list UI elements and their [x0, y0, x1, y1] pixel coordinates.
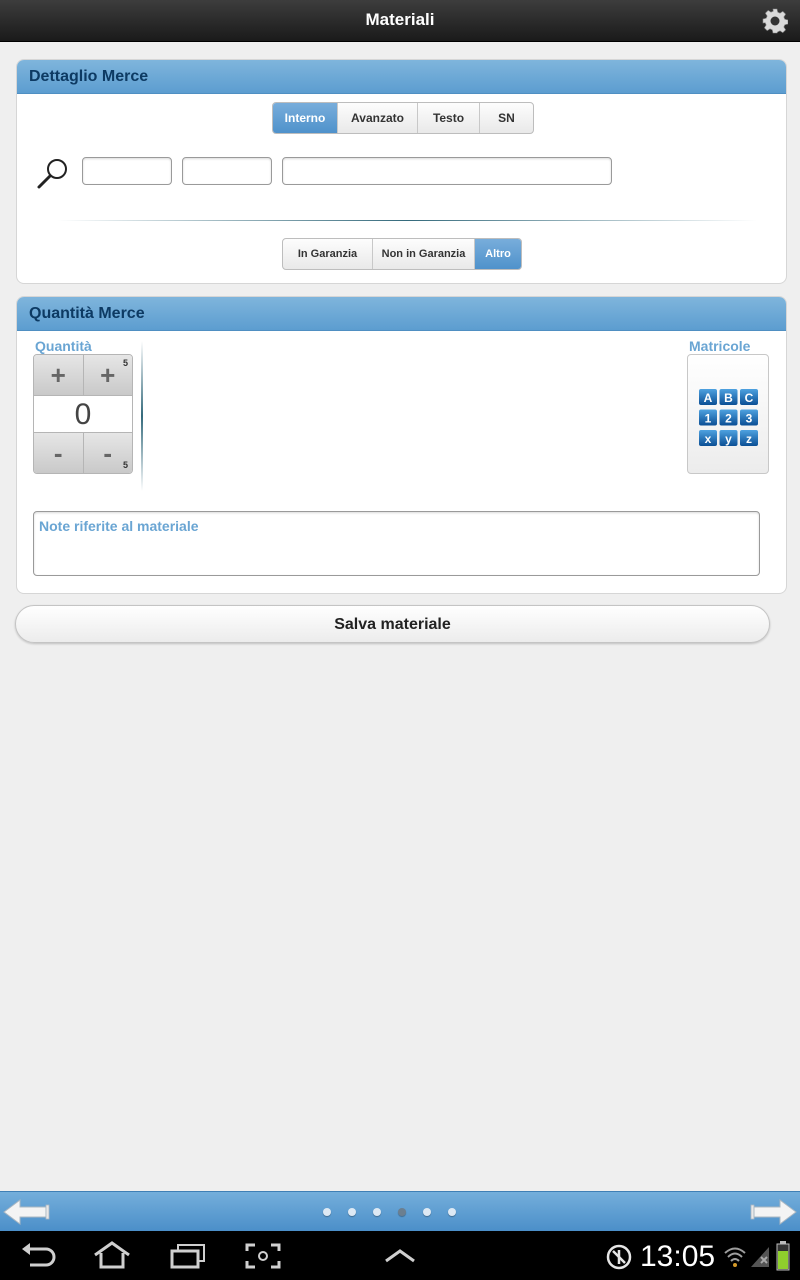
description-field[interactable]	[282, 157, 612, 185]
quantita-merce-panel: Quantità Merce Quantità + + 5 0 - - 5 Ma…	[16, 296, 787, 594]
minus-step-amount: 5	[122, 460, 128, 470]
plus-step-amount: 5	[122, 358, 128, 368]
battery-icon	[776, 1241, 790, 1271]
code-field-1[interactable]	[82, 157, 172, 185]
plus-five-button[interactable]: + 5	[82, 355, 133, 395]
description-input[interactable]	[283, 158, 611, 184]
notes-field[interactable]	[33, 511, 760, 576]
tab-interno[interactable]: Interno	[273, 103, 337, 133]
minus-icon: -	[103, 438, 113, 468]
wifi-icon	[724, 1247, 746, 1267]
stepper-minus-row: - - 5	[34, 432, 132, 473]
page-dot[interactable]	[423, 1208, 431, 1216]
key-label: 3	[746, 412, 753, 426]
clock: 13:05	[640, 1240, 716, 1273]
minus-one-button[interactable]: -	[34, 433, 83, 473]
tab-altro[interactable]: Altro	[474, 239, 521, 269]
key-label: y	[725, 432, 732, 446]
key-label: 1	[705, 412, 712, 426]
plus-one-button[interactable]: +	[34, 355, 83, 395]
back-icon[interactable]	[20, 1243, 58, 1269]
accessibility-icon	[606, 1244, 632, 1270]
plus-icon: +	[50, 360, 66, 390]
page-dot[interactable]	[373, 1208, 381, 1216]
tab-non-in-garanzia[interactable]: Non in Garanzia	[372, 239, 474, 269]
plus-icon: +	[100, 360, 116, 390]
app-header: Materiali	[0, 0, 800, 42]
key-label: 2	[725, 412, 732, 426]
key-label: z	[746, 432, 752, 446]
search-type-tabs: Interno Avanzato Testo SN	[272, 102, 534, 134]
dettaglio-merce-panel: Dettaglio Merce Interno Avanzato Testo S…	[16, 59, 787, 284]
screenshot-icon[interactable]	[245, 1243, 281, 1269]
save-button[interactable]: Salva materiale	[15, 605, 770, 643]
matricole-button[interactable]: ABC 123 xyz	[687, 354, 769, 474]
warranty-tabs: In Garanzia Non in Garanzia Altro	[282, 238, 522, 270]
tab-sn[interactable]: SN	[479, 103, 533, 133]
key-label: x	[705, 432, 712, 446]
arrow-right-icon[interactable]	[748, 1196, 798, 1228]
recent-apps-icon[interactable]	[170, 1243, 206, 1269]
vertical-divider	[141, 341, 143, 491]
dettaglio-merce-title: Dettaglio Merce	[17, 60, 786, 94]
home-icon[interactable]	[92, 1241, 132, 1271]
key-label: C	[745, 391, 754, 405]
page-dot[interactable]	[448, 1208, 456, 1216]
page-dot[interactable]	[398, 1208, 406, 1216]
section-divider	[57, 220, 757, 221]
matricole-label: Matricole	[689, 338, 751, 354]
page-dot[interactable]	[323, 1208, 331, 1216]
page-nav-bar	[0, 1191, 800, 1231]
quantity-stepper: + + 5 0 - - 5	[33, 354, 133, 474]
chevron-up-icon[interactable]	[384, 1249, 416, 1263]
quantita-merce-title: Quantità Merce	[17, 297, 786, 331]
tab-avanzato[interactable]: Avanzato	[337, 103, 417, 133]
stepper-plus-row: + + 5	[34, 355, 132, 396]
key-label: A	[704, 391, 713, 405]
tab-testo[interactable]: Testo	[417, 103, 479, 133]
search-icon[interactable]	[35, 156, 71, 192]
minus-five-button[interactable]: - 5	[82, 433, 133, 473]
page-dot[interactable]	[348, 1208, 356, 1216]
code-input-1[interactable]	[83, 158, 171, 184]
keyboard-abc-icon: A B C 1 2 3 x y z	[699, 389, 758, 446]
code-input-2[interactable]	[183, 158, 271, 184]
signal-icon	[751, 1247, 769, 1267]
notes-input[interactable]	[34, 512, 759, 575]
quantity-value[interactable]: 0	[34, 395, 132, 433]
quantita-label: Quantità	[35, 338, 92, 354]
minus-icon: -	[53, 438, 63, 468]
gear-icon[interactable]	[762, 8, 788, 34]
system-bar: 13:05	[0, 1231, 800, 1280]
page-title: Materiali	[365, 10, 435, 29]
arrow-left-icon[interactable]	[2, 1196, 52, 1228]
tab-in-garanzia[interactable]: In Garanzia	[283, 239, 372, 269]
key-label: B	[724, 391, 733, 405]
code-field-2[interactable]	[182, 157, 272, 185]
